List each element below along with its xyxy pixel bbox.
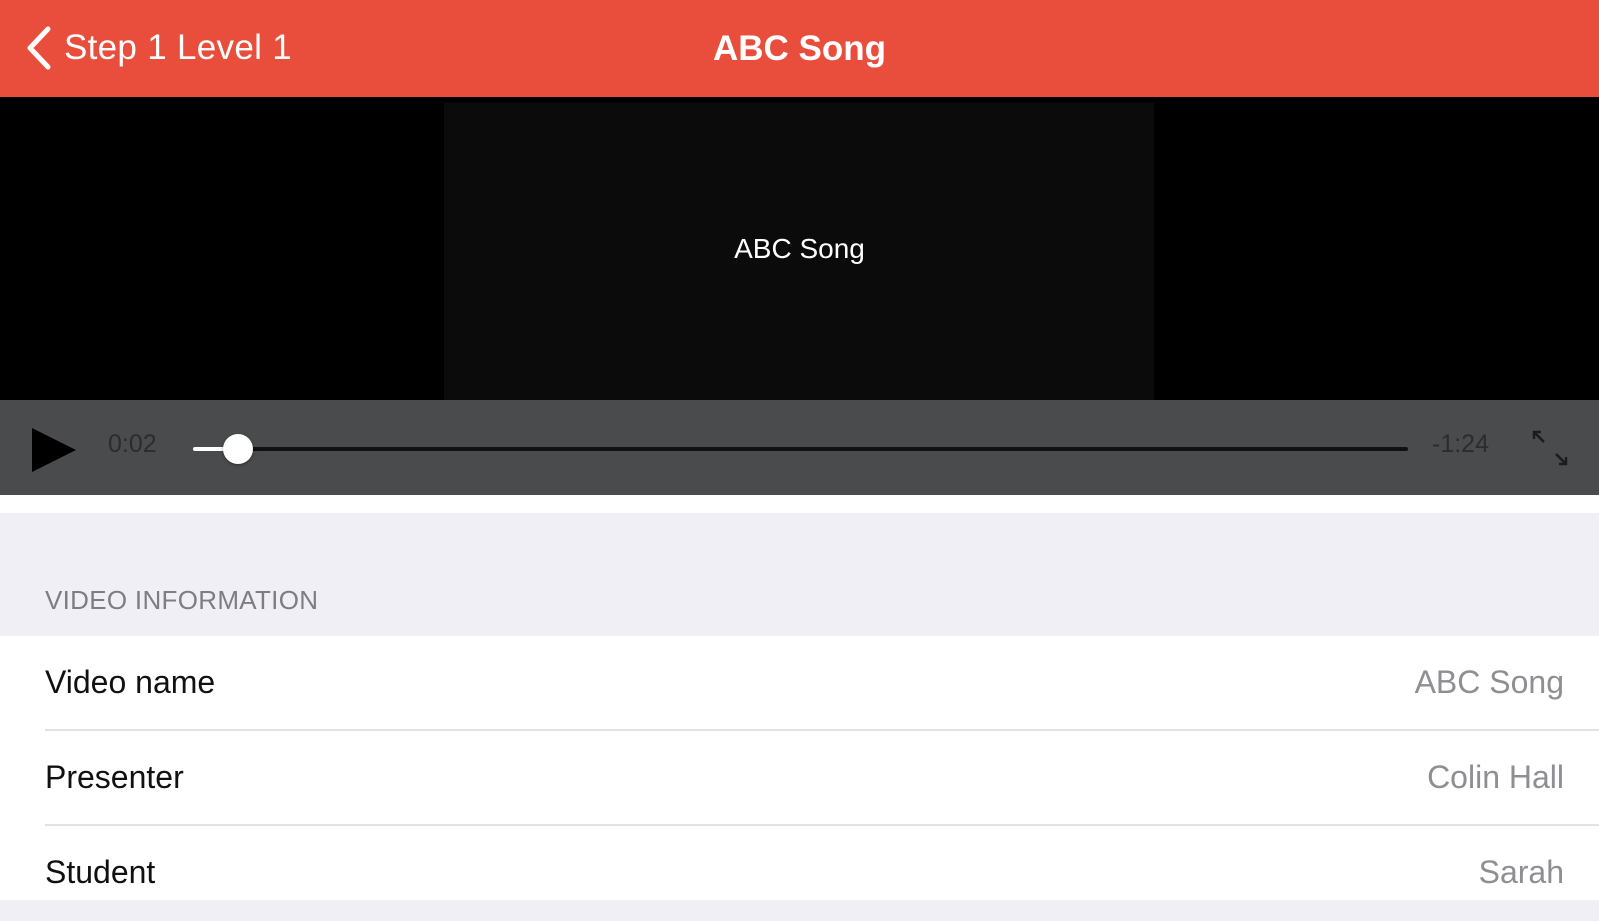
info-list: Video name ABC Song Presenter Colin Hall… — [0, 636, 1599, 900]
chevron-left-icon — [27, 26, 51, 70]
divider — [0, 495, 1599, 513]
back-button[interactable]: Step 1 Level 1 — [26, 22, 292, 74]
list-item: Video name ABC Song — [0, 636, 1599, 731]
navigation-bar: Step 1 Level 1 ABC Song — [0, 0, 1599, 97]
list-item: Presenter Colin Hall — [0, 731, 1599, 826]
presenter-value: Colin Hall — [1427, 759, 1564, 795]
section-header: VIDEO INFORMATION — [45, 585, 319, 615]
remaining-time: -1:24 — [1432, 430, 1489, 458]
back-label: Step 1 Level 1 — [64, 28, 292, 67]
video-controls: 0:02 -1:24 — [0, 400, 1599, 495]
video-caption: ABC Song — [734, 232, 865, 264]
list-item: Student Sarah — [0, 826, 1599, 921]
fullscreen-icon[interactable] — [1530, 428, 1570, 468]
play-icon[interactable] — [30, 425, 80, 475]
video-player[interactable]: ABC Song — [0, 97, 1599, 400]
progress-track — [193, 447, 1408, 451]
student-label: Student — [45, 854, 156, 890]
elapsed-time: 0:02 — [108, 430, 157, 458]
video-name-value: ABC Song — [1414, 664, 1564, 700]
student-value: Sarah — [1478, 854, 1564, 890]
progress-scrubber[interactable] — [193, 434, 1408, 464]
progress-knob[interactable] — [223, 434, 253, 464]
presenter-label: Presenter — [45, 759, 184, 795]
video-name-label: Video name — [45, 664, 216, 700]
